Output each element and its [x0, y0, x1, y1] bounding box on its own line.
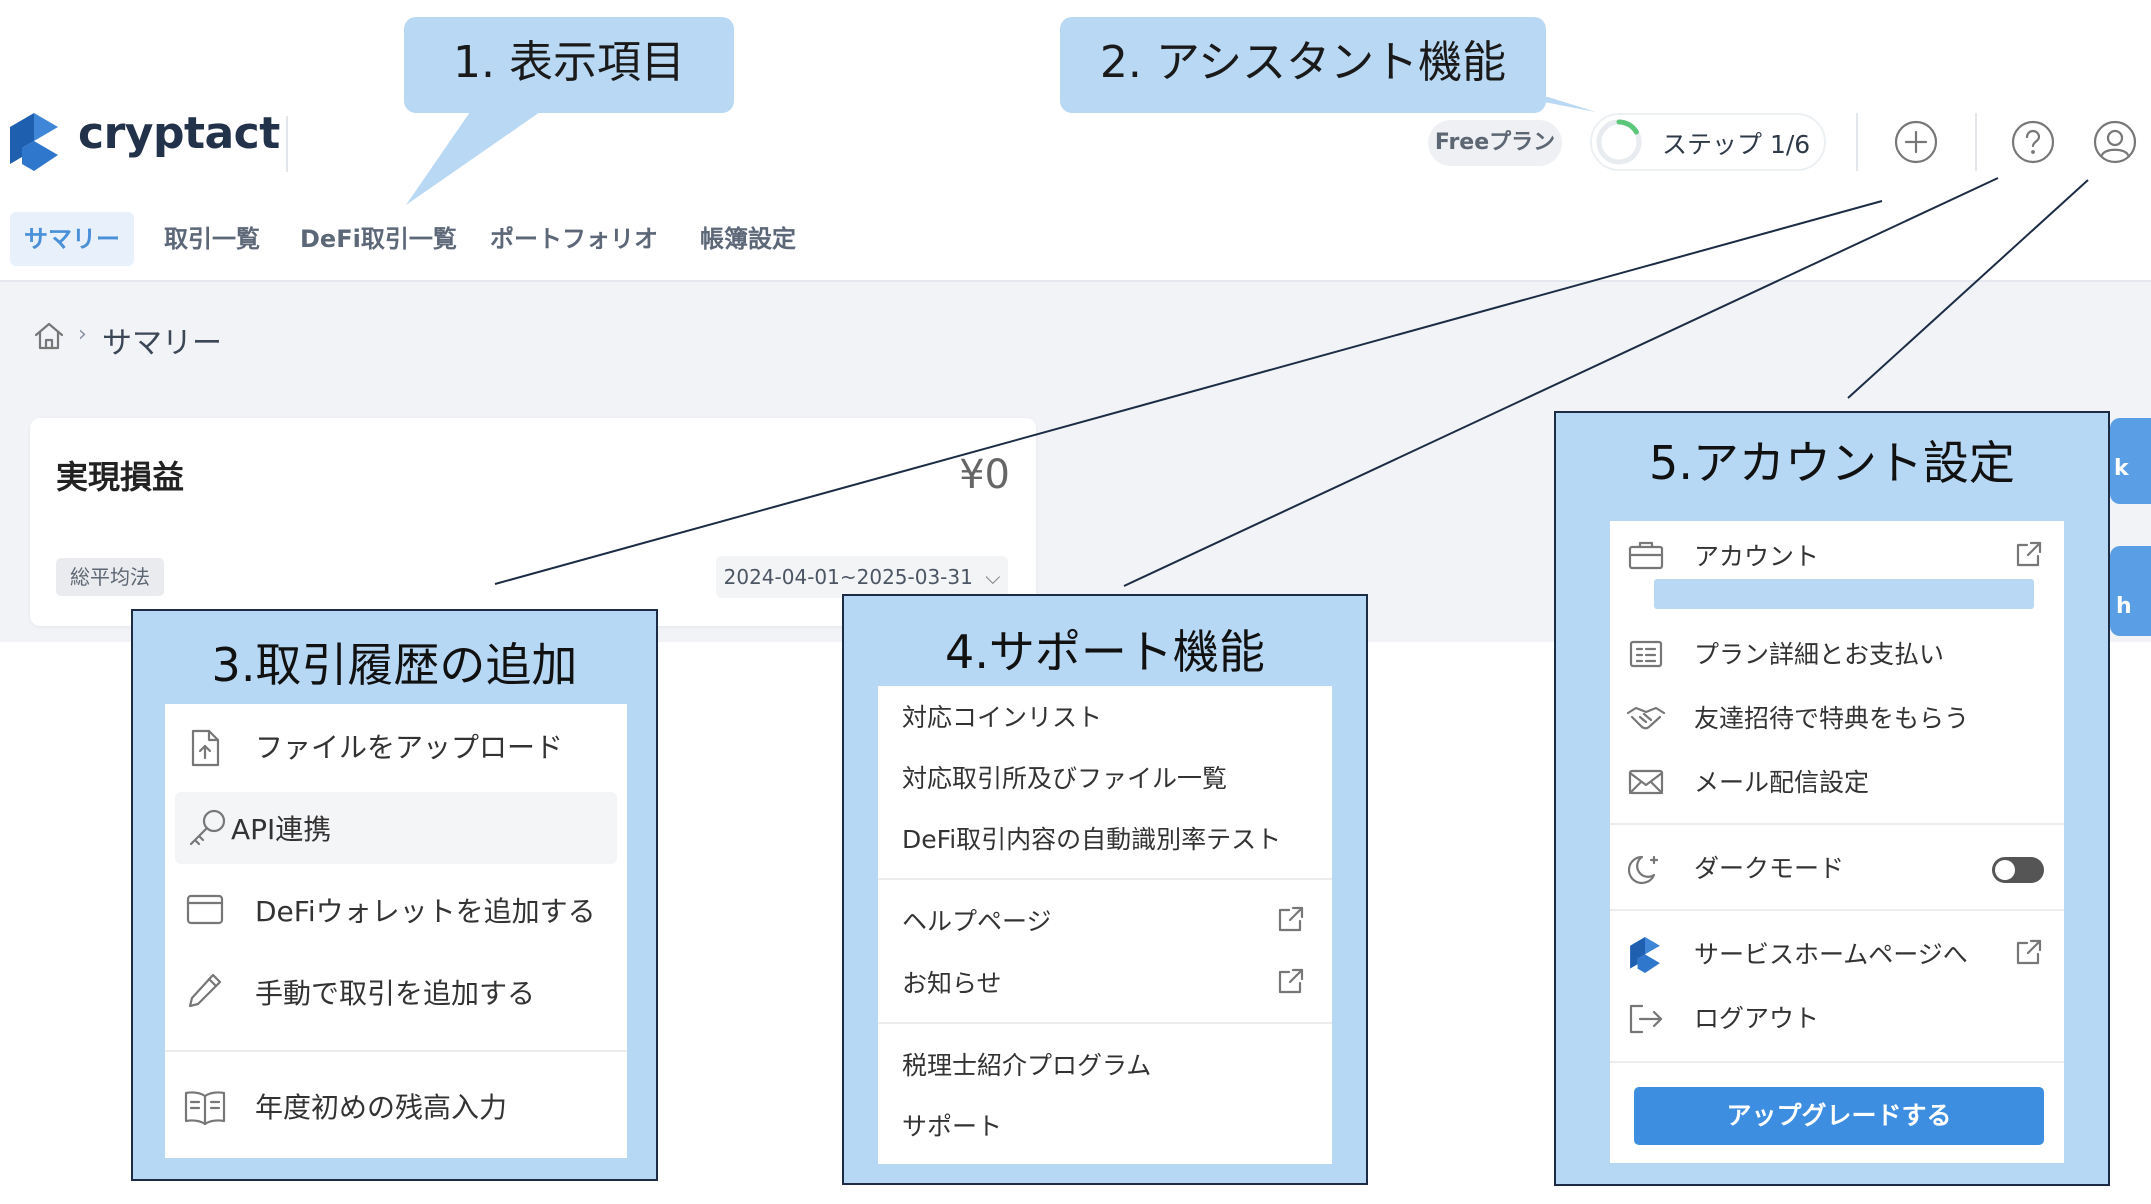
menu-item-label: ログアウト [1694, 1004, 1820, 1033]
menu-item-label: ダークモード [1694, 854, 1845, 883]
logout-icon [1629, 1004, 1663, 1034]
menu-item-mail-settings[interactable]: メール配信設定 [1610, 761, 2064, 805]
menu-item-label: ファイルをアップロード [255, 731, 564, 764]
menu-item-label: サービスホームページへ [1694, 940, 1968, 969]
menu-item-label: プラン詳細とお支払い [1694, 640, 1945, 669]
menu-divider [1610, 1061, 2064, 1063]
panel-title: 4.サポート機能 [945, 625, 1265, 679]
book-icon [184, 1091, 226, 1126]
panel-title: 5.アカウント設定 [1649, 436, 2015, 490]
menu-item-label: 手動で取引を追加する [255, 977, 536, 1010]
menu-divider [1610, 909, 2064, 911]
account-menu: アカウント プラン詳細とお支払い 友達招待で特典をもらう メール配信設定 ダーク… [1610, 521, 2064, 1163]
menu-item-help-page[interactable]: ヘルプページ [878, 902, 1332, 942]
menu-item-tax-accountant[interactable]: 税理士紹介プログラム [878, 1046, 1332, 1082]
pencil-icon [188, 973, 222, 1008]
menu-item-logout[interactable]: ログアウト [1610, 997, 2064, 1041]
menu-item-label: API連携 [231, 813, 332, 846]
key-icon [189, 809, 226, 846]
cryptact-logo-icon [1630, 937, 1660, 973]
menu-item-defi-test[interactable]: DeFi取引内容の自動識別率テスト [878, 820, 1332, 856]
panel-title: 3.取引履歴の追加 [211, 638, 578, 692]
menu-item-opening-balance[interactable]: 年度初めの残高入力 [165, 1064, 627, 1146]
menu-item-upload-file[interactable]: ファイルをアップロード [165, 704, 627, 786]
menu-item-coin-list[interactable]: 対応コインリスト [878, 698, 1332, 734]
file-upload-icon [191, 729, 220, 767]
menu-item-defi-wallet[interactable]: DeFiウォレットを追加する [165, 868, 627, 950]
moon-icon [1628, 855, 1659, 885]
toggle-knob [1995, 860, 2015, 880]
menu-item-service-homepage[interactable]: サービスホームページへ [1610, 933, 2064, 977]
receipt-icon [1629, 640, 1663, 668]
external-link-icon [1278, 968, 1304, 994]
handshake-icon [1626, 706, 1666, 730]
support-menu: 対応コインリスト 対応取引所及びファイル一覧 DeFi取引内容の自動識別率テスト… [878, 686, 1332, 1164]
menu-item-invite-friends[interactable]: 友達招待で特典をもらう [1610, 697, 2064, 741]
menu-item-label: 友達招待で特典をもらう [1694, 704, 1970, 733]
menu-item-plan-payment[interactable]: プラン詳細とお支払い [1610, 633, 2064, 677]
callout-assistant: 2. アシスタント機能 [1060, 17, 1546, 113]
wallet-icon [186, 894, 224, 925]
menu-item-account[interactable]: アカウント [1610, 535, 2064, 579]
menu-item-label: 年度初めの残高入力 [255, 1091, 508, 1124]
menu-item-notice[interactable]: お知らせ [878, 964, 1332, 1004]
menu-item-dark-mode[interactable]: ダークモード [1610, 847, 2064, 891]
menu-item-exchange-list[interactable]: 対応取引所及びファイル一覧 [878, 759, 1332, 795]
menu-item-manual-add[interactable]: 手動で取引を追加する [165, 950, 627, 1032]
briefcase-icon [1628, 541, 1664, 570]
callout-support-panel: 4.サポート機能 対応コインリスト 対応取引所及びファイル一覧 DeFi取引内容… [842, 594, 1368, 1185]
menu-item-label: DeFiウォレットを追加する [255, 895, 596, 928]
callout-account-panel: 5.アカウント設定 アカウント プラン詳細とお支払い 友達招待で特典をもらう メ… [1554, 411, 2110, 1186]
add-history-menu: ファイルをアップロード API連携 DeFiウォレットを追加する 手動で取引を追… [165, 704, 627, 1158]
menu-divider [165, 1050, 627, 1052]
menu-item-label: お知らせ [902, 969, 1002, 998]
mail-icon [1628, 769, 1664, 795]
upgrade-button[interactable]: アップグレードする [1634, 1087, 2044, 1145]
dark-mode-toggle[interactable] [1992, 857, 2044, 883]
menu-item-support[interactable]: サポート [878, 1107, 1332, 1143]
callout-display-items: 1. 表示項目 [404, 17, 734, 113]
external-link-icon [2016, 541, 2042, 567]
external-link-icon [1278, 906, 1304, 932]
menu-item-label: ヘルプページ [902, 907, 1052, 936]
menu-item-api[interactable]: API連携 [175, 792, 617, 864]
menu-item-label: アカウント [1694, 542, 1820, 571]
external-link-icon [2016, 939, 2042, 965]
account-email-redacted [1654, 579, 2034, 609]
callout-add-history-panel: 3.取引履歴の追加 ファイルをアップロード API連携 DeFiウォレットを追加… [131, 609, 658, 1181]
menu-item-label: メール配信設定 [1694, 768, 1870, 797]
menu-divider [1610, 823, 2064, 825]
menu-divider [878, 1022, 1332, 1024]
menu-divider [878, 878, 1332, 880]
